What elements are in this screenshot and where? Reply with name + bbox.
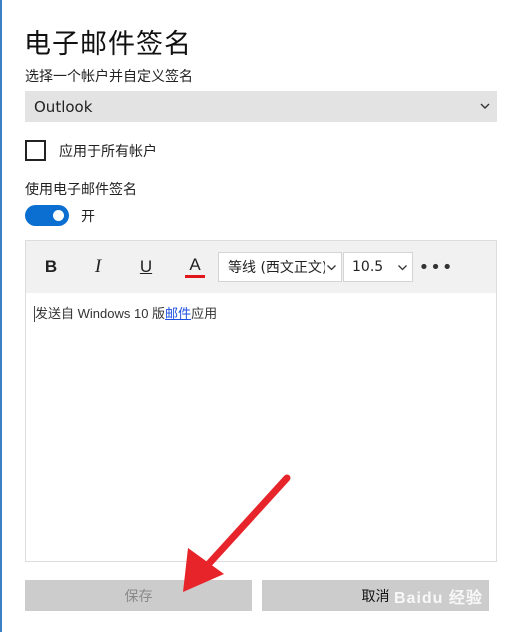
signature-toggle[interactable] <box>25 205 69 226</box>
font-family-select[interactable]: 等线 (西文正文) <box>218 252 342 282</box>
apply-all-checkbox[interactable] <box>25 140 46 161</box>
underline-button[interactable]: U <box>131 253 161 281</box>
signature-editor: B I U A 等线 (西文正文) 10.5 ••• 发送自 Windows 1… <box>25 240 497 562</box>
signature-toggle-heading: 使用电子邮件签名 <box>25 182 137 198</box>
chevron-down-icon <box>325 261 338 274</box>
window-left-edge <box>0 0 2 632</box>
chevron-down-icon <box>480 103 490 109</box>
more-options-button[interactable]: ••• <box>419 253 453 281</box>
font-size-select[interactable]: 10.5 <box>343 252 413 282</box>
signature-toggle-row[interactable]: 开 <box>25 205 95 226</box>
signature-text-area[interactable]: 发送自 Windows 10 版邮件应用 <box>34 306 225 322</box>
apply-all-label: 应用于所有帐户 <box>59 143 157 160</box>
account-select-value: Outlook <box>34 97 93 116</box>
toggle-state-label: 开 <box>81 208 95 225</box>
font-color-swatch <box>185 275 205 278</box>
signature-text-suffix: 应用 <box>191 306 218 321</box>
baidu-watermark: Baidu 经验 <box>394 590 483 607</box>
italic-button[interactable]: I <box>83 253 113 281</box>
account-prompt: 选择一个帐户并自定义签名 <box>25 69 193 85</box>
save-button[interactable]: 保存 <box>25 580 252 611</box>
page-title: 电子邮件签名 <box>24 29 192 60</box>
chevron-down-icon <box>396 261 409 274</box>
signature-text: 发送自 Windows 10 版 <box>35 306 166 321</box>
bold-button[interactable]: B <box>36 253 66 281</box>
font-family-value: 等线 (西文正文) <box>228 260 328 276</box>
apply-all-row[interactable]: 应用于所有帐户 <box>25 140 157 161</box>
font-color-button[interactable]: A <box>180 253 210 281</box>
mail-link[interactable]: 邮件 <box>165 306 191 321</box>
format-toolbar: B I U A 等线 (西文正文) 10.5 ••• <box>26 241 496 293</box>
account-select[interactable]: Outlook <box>25 91 497 122</box>
toggle-knob <box>53 210 64 221</box>
font-size-value: 10.5 <box>352 259 384 275</box>
font-color-icon: A <box>189 255 201 274</box>
